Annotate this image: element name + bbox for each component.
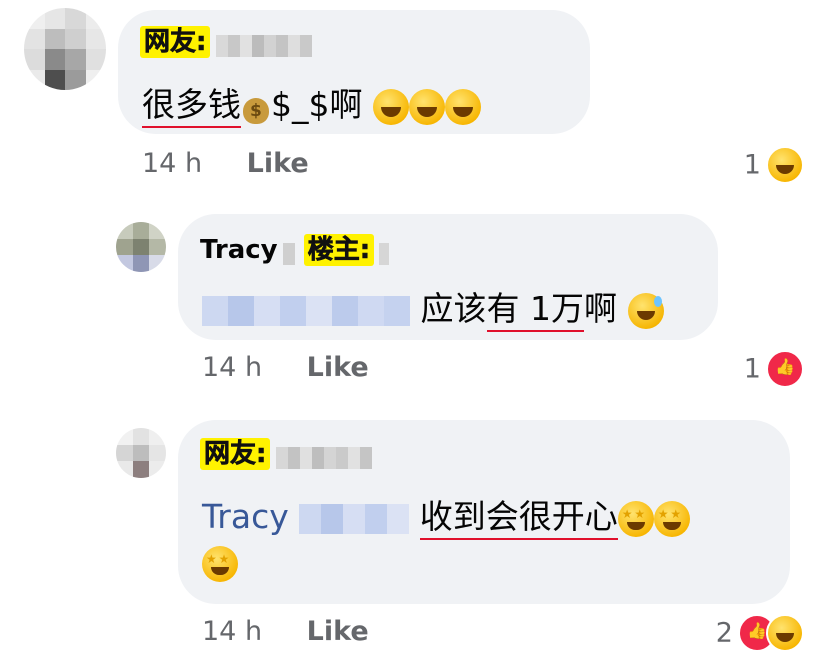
- grinning-sweat-emoji-icon: [627, 292, 664, 329]
- author-tag: 楼主:: [303, 234, 375, 266]
- timestamp[interactable]: 14 h: [202, 352, 262, 383]
- reaction-count: 2: [715, 617, 733, 649]
- comment-text-underlined: 有 1万: [486, 289, 584, 332]
- blurred-surname[interactable]: [282, 242, 299, 265]
- star-struck-emoji-icon: [202, 546, 238, 582]
- comment-text: $_$啊: [271, 85, 363, 124]
- comment-bubble: Tracy 楼主: 应该有 1万啊: [178, 214, 718, 340]
- rolling-laughing-emoji-icon: [409, 88, 445, 125]
- blurred-username[interactable]: [275, 446, 372, 469]
- comment-bubble: 网友: 很多钱 $_$啊: [118, 10, 590, 134]
- comment-text: 应该: [420, 289, 487, 328]
- rolling-laughing-emoji-icon: [373, 88, 409, 125]
- like-button[interactable]: Like: [307, 352, 369, 383]
- reaction-summary[interactable]: 2: [716, 614, 804, 652]
- haha-reaction-icon: [766, 146, 804, 184]
- comment-meta: 14 h Like: [142, 148, 309, 179]
- reaction-count: 1: [743, 353, 761, 385]
- like-reaction-icon: [766, 350, 804, 388]
- blurred-mention[interactable]: [299, 503, 410, 534]
- avatar[interactable]: [24, 8, 106, 90]
- avatar[interactable]: [116, 428, 166, 478]
- like-button[interactable]: Like: [247, 148, 309, 179]
- comment-text: 啊: [584, 289, 617, 328]
- comment-meta: 14 h Like: [202, 352, 369, 383]
- reaction-summary[interactable]: 1: [744, 146, 804, 184]
- mention-link[interactable]: Tracy: [202, 497, 289, 536]
- like-button[interactable]: Like: [307, 616, 369, 647]
- comment-bubble: 网友: Tracy 收到会很开心: [178, 420, 790, 604]
- timestamp[interactable]: 14 h: [142, 148, 202, 179]
- blurred-badge: [379, 242, 390, 265]
- money-bag-icon: [241, 90, 271, 124]
- star-struck-emoji-icon: [653, 500, 690, 537]
- blurred-username[interactable]: [215, 34, 312, 57]
- user-tag: 网友:: [140, 26, 211, 58]
- reaction-count: 1: [743, 149, 761, 181]
- star-struck-emoji-icon: [617, 500, 654, 537]
- commenter-name[interactable]: Tracy: [200, 235, 278, 265]
- rolling-laughing-emoji-icon: [445, 88, 481, 125]
- user-tag: 网友:: [200, 438, 271, 470]
- comment-text-underlined: 收到会很开心: [419, 497, 618, 540]
- haha-reaction-icon: [766, 614, 804, 652]
- reaction-summary[interactable]: 1: [744, 350, 804, 388]
- comment-text-underlined: 很多钱: [142, 85, 241, 128]
- comment-meta: 14 h Like: [202, 616, 369, 647]
- blurred-mention[interactable]: [202, 295, 410, 326]
- timestamp[interactable]: 14 h: [202, 616, 262, 647]
- avatar[interactable]: [116, 222, 166, 272]
